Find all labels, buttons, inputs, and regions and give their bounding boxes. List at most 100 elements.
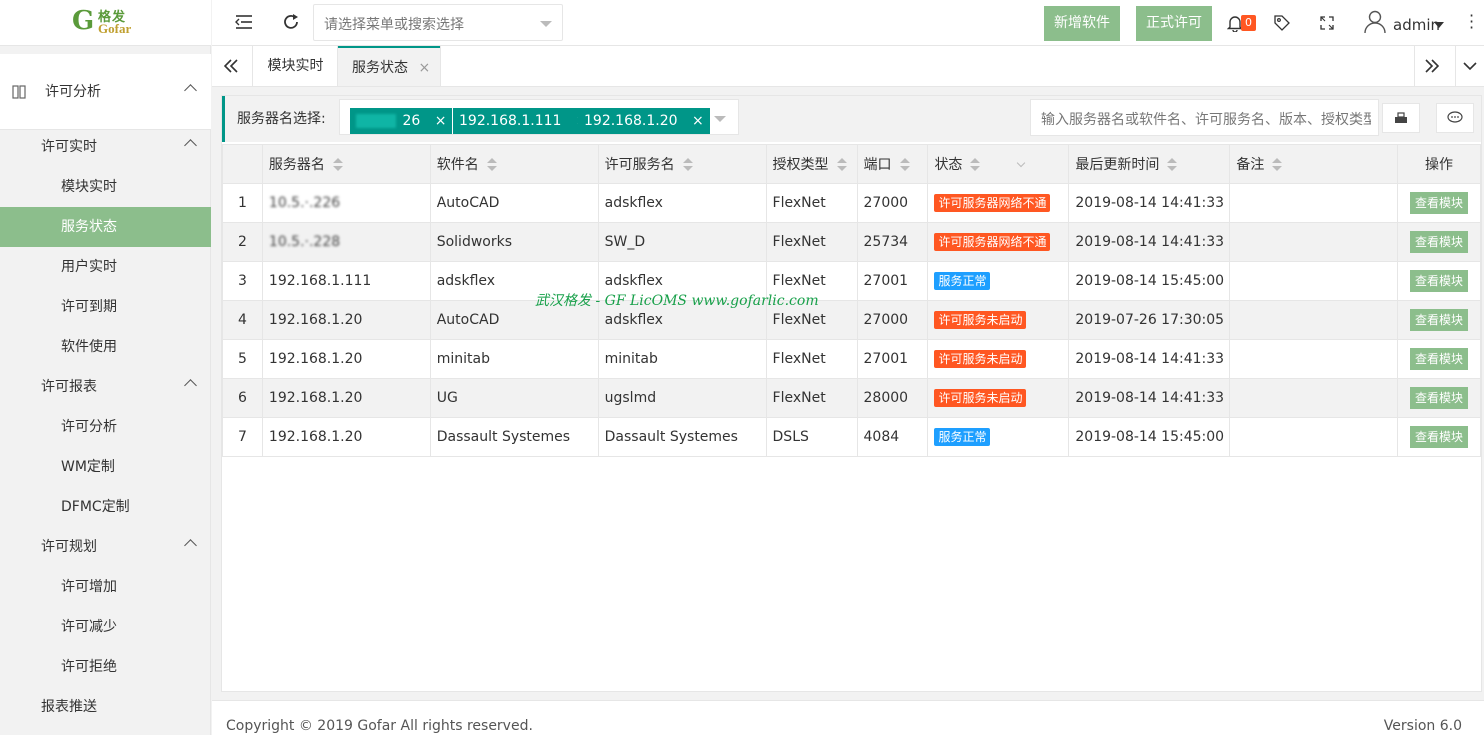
chip-close-icon[interactable]: ×: [435, 113, 447, 129]
view-module-button[interactable]: 查看模块: [1409, 192, 1468, 214]
table-row: 6 192.168.1.20 UG ugslmd FlexNet 28000 许可服务未启动…: [222, 378, 1482, 418]
column-label: 端口: [863, 157, 892, 173]
sidebar-item[interactable]: 许可减少: [0, 607, 211, 647]
header-server[interactable]: 服务器名: [261, 144, 431, 184]
view-module-button[interactable]: 查看模块: [1409, 270, 1468, 292]
sidebar-item[interactable]: 许可拒绝: [0, 647, 211, 687]
cell-software-text: AutoCAD: [436, 195, 500, 211]
refresh-icon[interactable]: [282, 13, 300, 31]
sort-icon[interactable]: [1272, 158, 1283, 172]
header-updated[interactable]: 最后更新时间: [1068, 144, 1231, 184]
sort-icon[interactable]: [332, 158, 343, 172]
header-service[interactable]: 许可服务名: [597, 144, 767, 184]
status-badge: 许可服务未启动: [934, 350, 1027, 368]
sidebar-item[interactable]: 许可规划: [0, 527, 211, 567]
sort-icon[interactable]: [486, 158, 497, 172]
sidebar-item[interactable]: 报表推送: [0, 687, 211, 727]
sidebar-item[interactable]: WM定制: [0, 447, 211, 487]
sidebar-item[interactable]: 许可报表: [0, 367, 211, 407]
export-button[interactable]: [1382, 103, 1420, 133]
server-chip[interactable]: 26 ×: [350, 108, 453, 134]
status-badge: 许可服务未启动: [934, 311, 1027, 329]
menu-search-select[interactable]: 请选择菜单或搜索选择: [313, 4, 563, 41]
cell-updated: 2019-08-14 15:45:00: [1068, 417, 1231, 457]
filter-bar: 服务器名选择: 26 × 192.168.1.111 × 192.168.1.2…: [222, 96, 1481, 142]
filter-chevron-icon[interactable]: [1017, 158, 1026, 168]
header-remark[interactable]: 备注: [1229, 144, 1398, 184]
view-module-button[interactable]: 查看模块: [1409, 426, 1468, 448]
sidebar-item-license-analysis[interactable]: 许可分析: [0, 72, 211, 112]
cell-action: 查看模块: [1396, 417, 1482, 457]
column-label: 服务器名: [268, 157, 325, 173]
sort-icon[interactable]: [682, 158, 693, 172]
view-module-button[interactable]: 查看模块: [1409, 309, 1468, 331]
chip-close-icon[interactable]: ×: [692, 113, 704, 129]
cell-server-text: 192.168.1.20: [268, 351, 363, 367]
cell-server-text: 192.168.1.111: [268, 273, 372, 289]
tab-divider: [440, 46, 441, 86]
user-name[interactable]: admin: [1393, 16, 1440, 34]
sidebar-item[interactable]: 许可实时: [0, 127, 211, 167]
user-dropdown-icon[interactable]: [1434, 22, 1444, 28]
logo[interactable]: G 格发 Gofar: [0, 0, 211, 46]
cell-license-type: FlexNet: [765, 183, 858, 223]
tab-close-icon[interactable]: ×: [418, 60, 430, 76]
view-module-button[interactable]: 查看模块: [1409, 348, 1468, 370]
cell-server: 192.168.1.111: [261, 261, 431, 301]
sidebar-item[interactable]: DFMC定制: [0, 487, 211, 527]
header-license-type[interactable]: 授权类型: [765, 144, 858, 184]
row-index: 7: [222, 417, 263, 457]
row-index-text: 2: [237, 234, 247, 250]
cell-software-text: Dassault Systemes: [436, 429, 571, 445]
cell-software: UG: [429, 378, 599, 418]
server-chip[interactable]: 192.168.1.111 ×: [453, 108, 594, 134]
tag-icon[interactable]: [1273, 14, 1291, 32]
fullscreen-icon[interactable]: [1320, 16, 1334, 30]
sidebar-item[interactable]: 许可到期: [0, 287, 211, 327]
cell-license-type-text: FlexNet: [772, 234, 826, 250]
status-badge: 许可服务器网络不通: [934, 233, 1051, 251]
sidebar-item-label: 许可实时: [41, 139, 97, 155]
sort-icon[interactable]: [836, 158, 847, 172]
formal-license-button[interactable]: 正式许可: [1136, 6, 1212, 41]
double-chevron-left-icon[interactable]: [224, 59, 238, 73]
header-port[interactable]: 端口: [856, 144, 929, 184]
sort-icon[interactable]: [970, 158, 981, 172]
sidebar-item[interactable]: 许可分析: [0, 407, 211, 447]
cell-remark: [1229, 339, 1398, 379]
tab-module-realtime[interactable]: 模块实时: [253, 46, 338, 86]
server-chip[interactable]: 192.168.1.20 ×: [578, 108, 710, 134]
table-row: 1 10.5.·.226 AutoCAD adskflex FlexNet 27000 许可…: [222, 183, 1482, 223]
cell-license-type: FlexNet: [765, 222, 858, 262]
cell-action: 查看模块: [1396, 300, 1482, 340]
sidebar-item[interactable]: 许可增加: [0, 567, 211, 607]
sort-icon[interactable]: [899, 158, 910, 172]
sidebar-item-label: 软件使用: [61, 339, 117, 355]
sidebar-item[interactable]: 用户实时: [0, 247, 211, 287]
cell-server: 10.5.·.226: [261, 183, 431, 223]
menu-toggle-icon[interactable]: [235, 14, 253, 30]
sidebar-item[interactable]: 模块实时: [0, 167, 211, 207]
user-avatar-icon[interactable]: [1364, 10, 1386, 34]
double-chevron-right-icon[interactable]: [1425, 59, 1439, 73]
sidebar-item-label: 许可分析: [61, 419, 117, 435]
server-multiselect[interactable]: 26 × 192.168.1.111 × 192.168.1.20 ×: [339, 99, 739, 135]
chevron-down-icon[interactable]: [1463, 61, 1477, 71]
chevron-up-icon: [184, 379, 197, 392]
tab-service-status[interactable]: 服务状态 ×: [338, 46, 440, 86]
sidebar-item[interactable]: 软件使用: [0, 327, 211, 367]
sort-icon[interactable]: [1167, 158, 1178, 172]
view-module-button[interactable]: 查看模块: [1409, 231, 1468, 253]
more-vertical-icon[interactable]: · · ·: [1469, 8, 1474, 36]
view-module-button[interactable]: 查看模块: [1409, 387, 1468, 409]
table-search-input[interactable]: 输入服务器名或软件名、许可服务名、版本、授权类型: [1030, 99, 1379, 136]
header-status[interactable]: 状态: [927, 144, 1070, 184]
columns-button[interactable]: [1436, 103, 1474, 133]
cell-port: 27000: [856, 300, 929, 340]
cell-software: Dassault Systemes: [429, 417, 599, 457]
add-software-button[interactable]: 新增软件: [1044, 6, 1120, 41]
cell-service-text: adskflex: [604, 273, 663, 289]
sidebar-item[interactable]: 服务状态: [0, 207, 211, 247]
cell-port-text: 4084: [863, 429, 900, 445]
header-software[interactable]: 软件名: [429, 144, 599, 184]
